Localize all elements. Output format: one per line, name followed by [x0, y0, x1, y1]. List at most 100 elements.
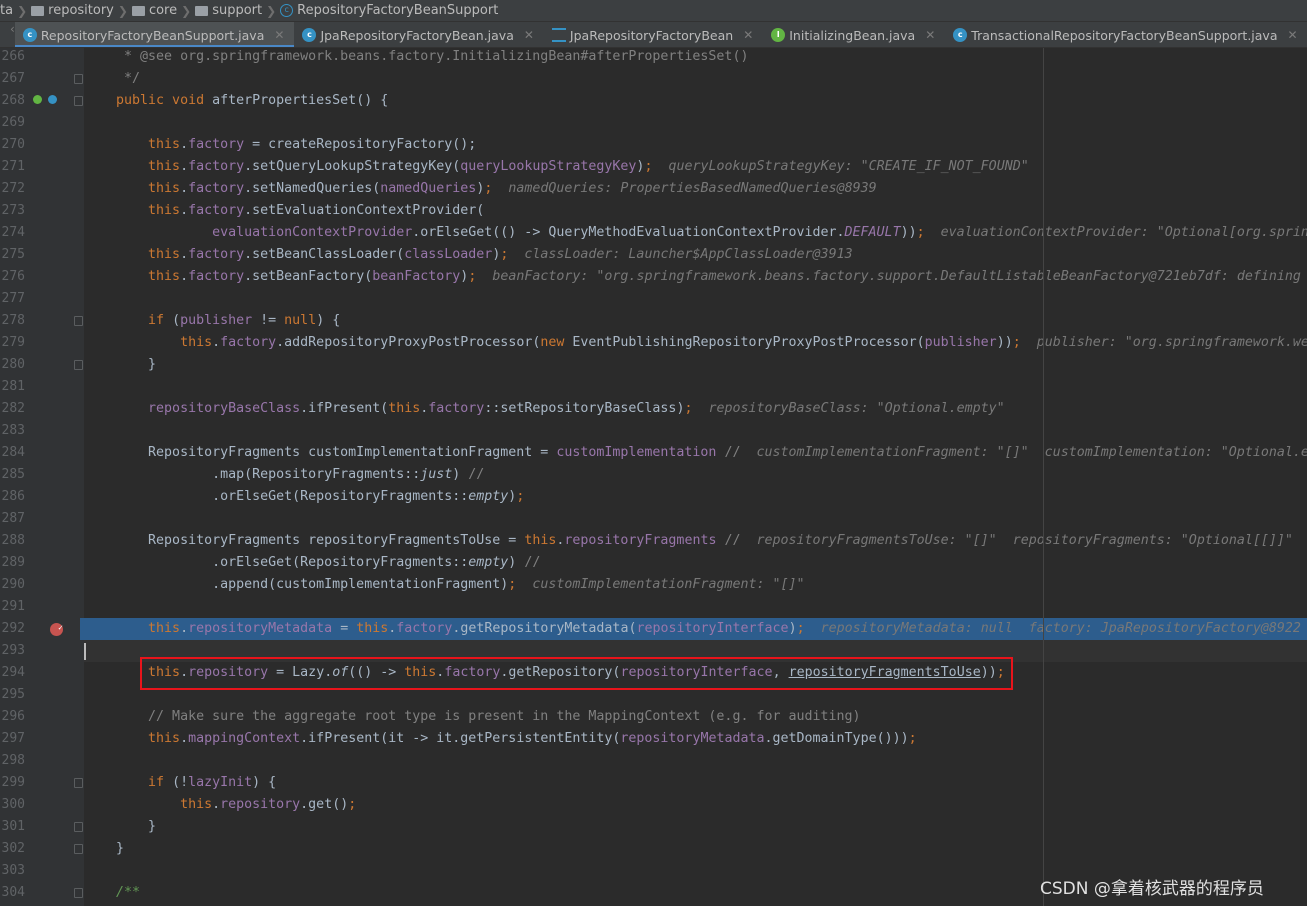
- fold-marker-icon[interactable]: [74, 74, 83, 84]
- fold-marker-icon[interactable]: [74, 888, 83, 898]
- line-number: 275: [1, 247, 25, 262]
- code-line[interactable]: 274 evaluationContextProvider.orElseGet(…: [0, 222, 1307, 244]
- code-line[interactable]: 267 */: [0, 68, 1307, 90]
- tab-transactionalrepositoryfactorybeansupport-java[interactable]: c TransactionalRepositoryFactoryBeanSuppo…: [945, 22, 1307, 47]
- code-line[interactable]: 276 this.factory.setBeanFactory(beanFact…: [0, 266, 1307, 288]
- code-line[interactable]: 271 this.factory.setQueryLookupStrategyK…: [0, 156, 1307, 178]
- close-icon[interactable]: ✕: [274, 28, 284, 42]
- code-line[interactable]: 282 repositoryBaseClass.ifPresent(this.f…: [0, 398, 1307, 420]
- line-number: 292: [1, 621, 25, 636]
- breadcrumb-item[interactable]: core: [131, 3, 177, 18]
- code-line[interactable]: 300 this.repository.get();: [0, 794, 1307, 816]
- breakpoint-icon[interactable]: ✓: [50, 623, 63, 636]
- code-line[interactable]: 288 RepositoryFragments repositoryFragme…: [0, 530, 1307, 552]
- close-icon[interactable]: ✕: [743, 28, 753, 42]
- line-number: 283: [1, 423, 25, 438]
- tab-initializingbean-java[interactable]: I InitializingBean.java ✕: [763, 22, 945, 47]
- code-line[interactable]: 281: [0, 376, 1307, 398]
- class-icon: c: [22, 28, 37, 42]
- code-token: if: [84, 313, 173, 328]
- code-line[interactable]: 272 this.factory.setNamedQueries(namedQu…: [0, 178, 1307, 200]
- code-line[interactable]: 283: [0, 420, 1307, 442]
- breadcrumb-item[interactable]: repository: [31, 3, 114, 18]
- tab-label: RepositoryFactoryBeanSupport.java: [40, 27, 265, 43]
- code-token: factory: [188, 137, 245, 152]
- fold-marker-icon[interactable]: [74, 96, 83, 106]
- tab-jparepositoryfactorybean-java[interactable]: c JpaRepositoryFactoryBean.java ✕: [294, 22, 543, 47]
- right-margin-guide: [1043, 48, 1044, 906]
- code-line[interactable]: 269: [0, 112, 1307, 134]
- fold-marker-icon[interactable]: [74, 822, 83, 832]
- implemented-method-icon[interactable]: [48, 95, 57, 104]
- code-text: evaluationContextProvider.orElseGet(() -…: [84, 222, 1307, 244]
- close-icon[interactable]: ✕: [1287, 28, 1297, 42]
- line-number: 301: [1, 819, 25, 834]
- code-line[interactable]: 290 .append(customImplementationFragment…: [0, 574, 1307, 596]
- line-number: 266: [1, 49, 25, 64]
- code-token: //: [716, 445, 741, 460]
- code-line[interactable]: 275 this.factory.setBeanClassLoader(clas…: [0, 244, 1307, 266]
- code-line[interactable]: 277: [0, 288, 1307, 310]
- code-line[interactable]: 284 RepositoryFragments customImplementa…: [0, 442, 1307, 464]
- code-text: * @see org.springframework.beans.factory…: [84, 48, 748, 68]
- fold-marker-icon[interactable]: [74, 844, 83, 854]
- code-token: ;: [348, 797, 357, 812]
- line-number: 273: [1, 203, 25, 218]
- code-text: this.factory = createRepositoryFactory()…: [84, 134, 476, 156]
- editor-tabs: ‹ c RepositoryFactoryBeanSupport.java ✕ c Jpa…: [0, 22, 1307, 48]
- code-line[interactable]: 270 this.factory = createRepositoryFacto…: [0, 134, 1307, 156]
- code-token: ;: [1012, 335, 1021, 350]
- code-token: }: [84, 357, 157, 372]
- code-token: .: [212, 797, 221, 812]
- code-token: ): [452, 467, 469, 482]
- code-line[interactable]: 285 .map(RepositoryFragments::just) //: [0, 464, 1307, 486]
- tab-repositoryfactorybeansupport-java[interactable]: c RepositoryFactoryBeanSupport.java ✕: [14, 22, 295, 47]
- code-line[interactable]: 266 * @see org.springframework.beans.fac…: [0, 48, 1307, 68]
- code-line[interactable]: 273 this.factory.setEvaluationContextPro…: [0, 200, 1307, 222]
- code-line[interactable]: 286 .orElseGet(RepositoryFragments::empt…: [0, 486, 1307, 508]
- chevron-right-icon: ❯: [181, 3, 192, 18]
- code-line[interactable]: 296 // Make sure the aggregate root type…: [0, 706, 1307, 728]
- code-token: evaluationContextProvider: [84, 225, 413, 240]
- code-token: .: [180, 203, 189, 218]
- line-number: 272: [1, 181, 25, 196]
- code-line[interactable]: 292 ✓ this.repositoryMetadata = this.fact…: [0, 618, 1307, 640]
- code-line[interactable]: 279 this.factory.addRepositoryProxyPostP…: [0, 332, 1307, 354]
- line-number: 269: [1, 115, 25, 130]
- fold-marker-icon[interactable]: [74, 360, 83, 370]
- code-token: ;: [468, 269, 477, 284]
- code-token: }: [84, 841, 125, 856]
- code-token: this: [84, 181, 181, 196]
- code-token: this: [84, 797, 213, 812]
- code-line[interactable]: 302 }: [0, 838, 1307, 860]
- code-line[interactable]: 299 if (!lazyInit) {: [0, 772, 1307, 794]
- close-icon[interactable]: ✕: [925, 28, 935, 42]
- code-line[interactable]: 268 public void afterPropertiesSet() {: [0, 90, 1307, 112]
- code-token: }: [84, 819, 157, 834]
- breadcrumb-item[interactable]: ta: [0, 3, 13, 18]
- fold-marker-icon[interactable]: [74, 316, 83, 326]
- code-line[interactable]: 298: [0, 750, 1307, 772]
- close-icon[interactable]: ✕: [524, 28, 534, 42]
- line-number: 280: [1, 357, 25, 372]
- tab-jparepositoryfactorybean[interactable]: JpaRepositoryFactoryBean ✕: [544, 22, 763, 47]
- code-line[interactable]: 291: [0, 596, 1307, 618]
- code-text: .map(RepositoryFragments::just) //: [84, 464, 484, 486]
- fold-marker-icon[interactable]: [74, 778, 83, 788]
- code-line[interactable]: 301 }: [0, 816, 1307, 838]
- breadcrumb-item[interactable]: c RepositoryFactoryBeanSupport: [280, 3, 498, 18]
- code-token: .map(RepositoryFragments::: [84, 467, 421, 482]
- code-editor[interactable]: 266 * @see org.springframework.beans.fac…: [0, 48, 1307, 906]
- code-token: this: [84, 203, 181, 218]
- overrides-method-icon[interactable]: [33, 95, 42, 104]
- code-token: //: [524, 555, 541, 570]
- code-line[interactable]: 280 }: [0, 354, 1307, 376]
- code-line[interactable]: 289 .orElseGet(RepositoryFragments::empt…: [0, 552, 1307, 574]
- code-token: factory: [188, 247, 245, 262]
- code-line[interactable]: 278 if (publisher != null) {: [0, 310, 1307, 332]
- code-line[interactable]: 297 this.mappingContext.ifPresent(it -> …: [0, 728, 1307, 750]
- breadcrumb-item[interactable]: support: [195, 3, 262, 18]
- code-text: }: [84, 838, 124, 860]
- code-line[interactable]: 287: [0, 508, 1307, 530]
- line-number: 279: [1, 335, 25, 350]
